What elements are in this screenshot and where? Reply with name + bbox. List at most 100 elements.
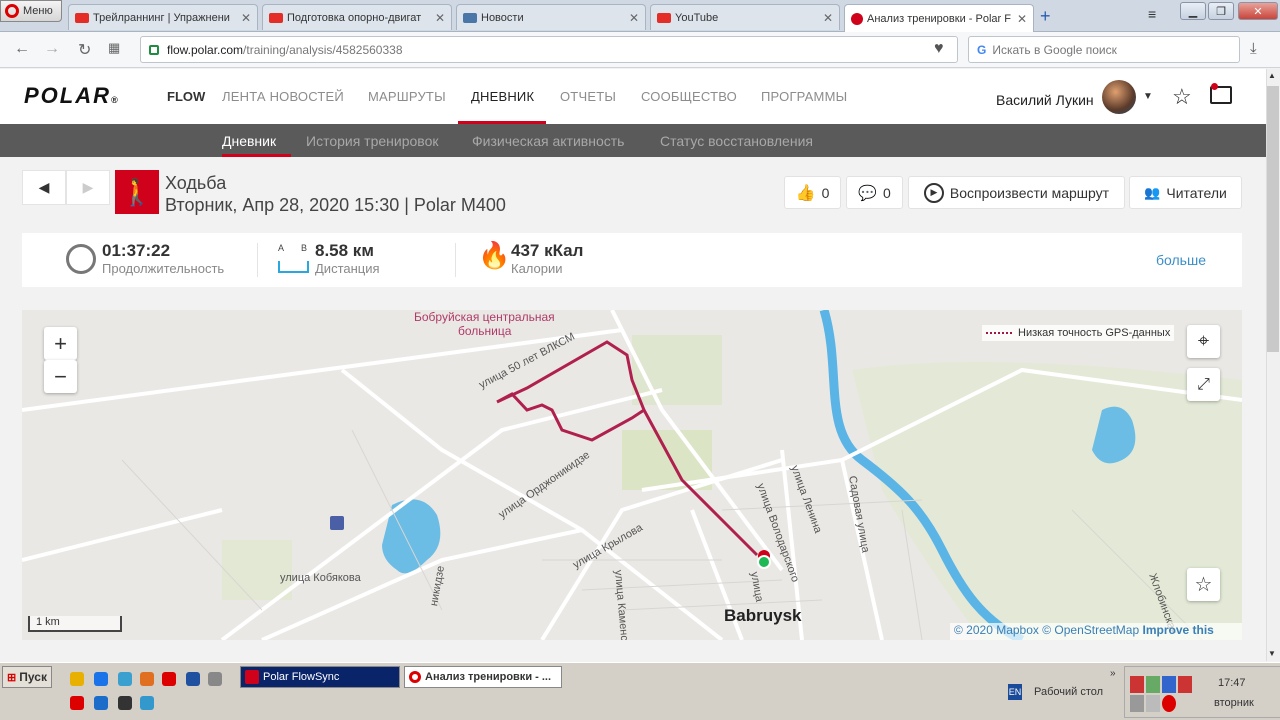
opera-menu-button[interactable]: Меню [0, 0, 62, 22]
zoom-in-button[interactable]: + [44, 327, 77, 360]
browser-tab[interactable]: Трейлраннинг | Упражнени ✕ [68, 4, 258, 30]
route-map[interactable]: + − Низкая точность GPS-данных ⌖ ⤢ ☆ Боб… [22, 310, 1242, 640]
speed-dial-icon[interactable]: ▦ [108, 40, 120, 56]
close-window-icon[interactable]: ✕ [1238, 2, 1278, 20]
nav-programs[interactable]: ПРОГРАММЫ [761, 89, 847, 104]
menu-label: Меню [23, 5, 53, 17]
search-input[interactable]: G Искать в Google поиск [968, 36, 1240, 63]
quicklaunch-icon[interactable] [208, 672, 222, 686]
clock-time[interactable]: 17:47 [1218, 677, 1246, 689]
url-host: flow.polar.com [167, 42, 244, 57]
duration-label: Продолжительность [102, 261, 225, 276]
fullscreen-icon[interactable]: ⤢ [1187, 368, 1220, 401]
nav-reports[interactable]: ОТЧЕТЫ [560, 89, 616, 104]
favorites-star-icon[interactable]: ☆ [1172, 84, 1192, 110]
favorite-route-star-icon[interactable]: ☆ [1187, 568, 1220, 601]
map-attribution: © 2020 Mapbox © OpenStreetMap Improve th… [950, 623, 1242, 640]
subnav-recovery[interactable]: Статус восстановления [660, 133, 813, 149]
chevron-right-icon[interactable]: » [1110, 668, 1116, 679]
browser-tab[interactable]: Новости ✕ [456, 4, 646, 30]
tray-icon[interactable] [1178, 676, 1192, 693]
download-icon[interactable]: ⤓ [1250, 40, 1257, 57]
close-icon[interactable]: ✕ [435, 11, 445, 25]
like-button[interactable]: 👍 0 [784, 176, 841, 209]
bookmark-heart-icon[interactable]: ♥ [934, 40, 944, 58]
taskbar-item-label: Анализ тренировки - ... [425, 671, 552, 683]
taskbar-item[interactable]: Polar FlowSync [240, 666, 400, 688]
start-marker [757, 555, 771, 569]
chrome-icon[interactable] [94, 672, 108, 686]
quicklaunch-icon[interactable] [118, 696, 132, 710]
zoom-out-button[interactable]: − [44, 360, 77, 393]
desktop-toolbar[interactable]: Рабочий стол [1034, 686, 1103, 698]
yandex-icon[interactable] [70, 696, 84, 710]
close-icon[interactable]: ✕ [241, 11, 251, 25]
replay-route-button[interactable]: ▶ Воспроизвести маршрут [908, 176, 1125, 209]
browser-tab-active[interactable]: Анализ тренировки - Polar F ✕ [844, 4, 1034, 32]
quicklaunch-icon[interactable] [70, 672, 84, 686]
subnav-activity[interactable]: Физическая активность [472, 133, 624, 149]
firefox-icon[interactable] [140, 672, 154, 686]
subnav-active-indicator [222, 154, 291, 157]
locate-icon[interactable]: ⌖ [1187, 325, 1220, 358]
minimize-icon[interactable]: ▁ [1180, 2, 1206, 20]
sub-navigation [0, 124, 1266, 157]
nav-diary[interactable]: ДНЕВНИК [471, 89, 534, 104]
avatar[interactable] [1102, 80, 1136, 114]
language-indicator[interactable]: EN [1008, 684, 1022, 700]
opera-icon[interactable] [162, 672, 176, 686]
maximize-icon[interactable]: ❐ [1208, 2, 1234, 20]
close-icon[interactable]: ✕ [629, 11, 639, 25]
save-icon[interactable] [186, 672, 200, 686]
tray-icon[interactable] [1162, 676, 1176, 693]
polar-icon [245, 670, 259, 684]
nav-routes[interactable]: МАРШРУТЫ [368, 89, 446, 104]
distance-a-marker: A [278, 243, 285, 253]
polar-icon [851, 12, 863, 25]
browser-tab[interactable]: Подготовка опорно-двигат ✕ [262, 4, 452, 30]
scroll-up-icon[interactable]: ▲ [1268, 71, 1276, 80]
tray-icon[interactable] [1146, 676, 1160, 693]
subnav-diary[interactable]: Дневник [222, 133, 276, 149]
opera-icon [409, 671, 421, 683]
quicklaunch-icon[interactable] [140, 696, 154, 710]
back-icon[interactable]: ← [14, 40, 30, 58]
tray-icon[interactable] [1146, 695, 1160, 712]
polar-logo[interactable]: POLAR® [24, 83, 120, 109]
quicklaunch-icon[interactable] [118, 672, 132, 686]
ruler-icon [278, 261, 309, 273]
reload-icon[interactable]: ↻ [78, 40, 91, 60]
mapbox-link[interactable]: © 2020 Mapbox [954, 623, 1039, 637]
thumbs-up-icon: 👍 [795, 184, 816, 202]
more-link[interactable]: больше [1156, 252, 1206, 268]
readers-button[interactable]: 👥 Читатели [1129, 176, 1242, 209]
nav-news-feed[interactable]: ЛЕНТА НОВОСТЕЙ [222, 89, 344, 104]
browser-tab[interactable]: YouTube ✕ [650, 4, 840, 30]
previous-training-button[interactable]: ◀ [22, 170, 66, 205]
activity-title: Ходьба [165, 173, 227, 193]
start-button[interactable]: ⊞ Пуск [2, 666, 52, 688]
forward-icon[interactable]: → [44, 40, 60, 58]
chevron-down-icon[interactable]: ▼ [1143, 91, 1153, 102]
tab-menu-icon[interactable]: ≡ [1148, 6, 1156, 22]
close-icon[interactable]: ✕ [823, 11, 833, 25]
google-icon: G [977, 42, 987, 57]
osm-link[interactable]: © OpenStreetMap [1042, 623, 1139, 637]
close-icon[interactable]: ✕ [1017, 12, 1027, 26]
subnav-training-history[interactable]: История тренировок [306, 133, 438, 149]
comments-button[interactable]: 💬 0 [846, 176, 903, 209]
taskbar-item-active[interactable]: Анализ тренировки - ... [404, 666, 562, 688]
new-tab-icon[interactable]: + [1040, 6, 1051, 27]
user-name[interactable]: Василий Лукин [996, 92, 1094, 108]
scroll-down-icon[interactable]: ▼ [1268, 649, 1276, 658]
tray-icon[interactable] [1130, 695, 1144, 712]
duration-value: 01:37:22 [102, 241, 171, 260]
tray-icon[interactable] [1130, 676, 1144, 693]
url-field[interactable]: flow.polar.com/training/analysis/4582560… [140, 36, 958, 63]
next-training-button[interactable]: ▶ [66, 170, 110, 205]
scrollbar-thumb[interactable] [1267, 86, 1279, 352]
clock-day: вторник [1214, 697, 1254, 709]
ie-icon[interactable] [94, 696, 108, 710]
tray-icon[interactable] [1162, 695, 1176, 712]
nav-community[interactable]: СООБЩЕСТВО [641, 89, 737, 104]
